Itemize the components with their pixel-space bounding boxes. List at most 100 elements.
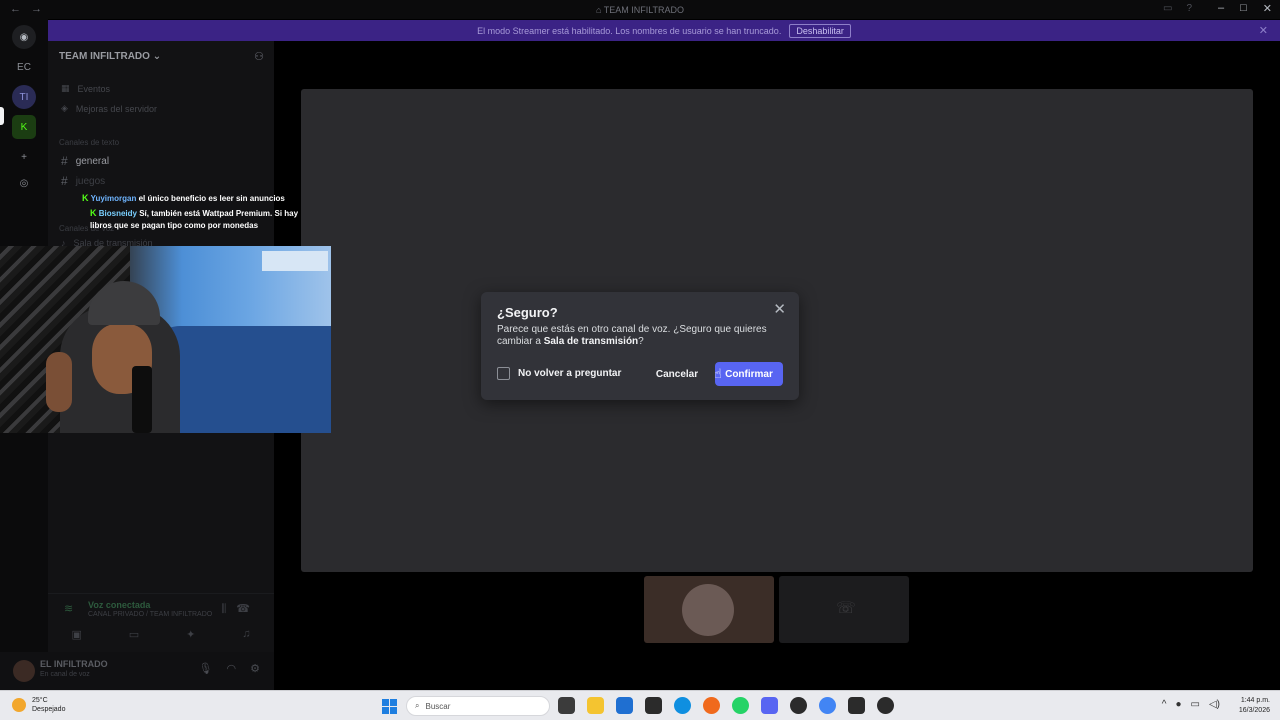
camera-icon[interactable]: ▣ xyxy=(71,628,81,641)
minimize-icon[interactable]: – xyxy=(1218,2,1224,15)
volume-icon[interactable]: ◁) xyxy=(1209,699,1220,710)
sidebar-item-boosts[interactable]: ◈ Mejoras del servidor xyxy=(61,103,157,114)
confirm-switch-voice-dialog: ¿Seguro? ✕ Parece que estás en otro cana… xyxy=(481,292,799,400)
signal-icon: ≋ xyxy=(64,603,74,615)
disable-streamer-button[interactable]: Deshabilitar xyxy=(789,23,851,38)
selected-server-indicator xyxy=(0,107,4,125)
webcam-overlay xyxy=(0,246,331,433)
hash-icon: # xyxy=(61,154,68,168)
voice-actions: ▣ ▭ ✦ ♫ xyxy=(48,628,274,641)
file-explorer-icon[interactable] xyxy=(587,697,604,714)
window-title: ⌂ TEAM INFILTRADO xyxy=(595,5,685,15)
participant-avatar xyxy=(682,584,734,636)
category-text-channels[interactable]: Canales de texto xyxy=(59,138,119,147)
window-controls: – □ ✕ xyxy=(1218,2,1272,15)
dialog-title: ¿Seguro? xyxy=(497,305,558,320)
windows-taskbar: 25°C Despejado ⌕ Buscar ^ ● ▭ ◁) 1:44 p.m… xyxy=(0,690,1280,720)
add-server-icon[interactable]: + xyxy=(12,145,36,169)
discord-home-icon[interactable]: ◉ xyxy=(12,25,36,49)
display-icon[interactable]: ▭ xyxy=(1191,699,1200,710)
channel-general[interactable]: # general xyxy=(61,154,109,168)
checkbox-label: No volver a preguntar xyxy=(518,368,622,379)
chevron-up-icon[interactable]: ^ xyxy=(1162,699,1167,710)
hash-icon: # xyxy=(61,174,68,188)
server-ec[interactable]: EC xyxy=(12,55,36,79)
webcam-microphone xyxy=(132,366,152,433)
moon-weather-icon xyxy=(12,698,26,712)
screen-share-icon[interactable]: ▭ xyxy=(129,628,139,641)
headphones-icon[interactable]: ◠ xyxy=(227,662,237,675)
chat-text: el único beneficio es leer sin anuncios xyxy=(138,194,285,203)
chat-username: Yuyimorgan xyxy=(90,194,137,203)
close-banner-icon[interactable]: ✕ xyxy=(1259,24,1268,37)
search-placeholder: Buscar xyxy=(425,701,451,711)
maximize-icon[interactable]: □ xyxy=(1240,2,1247,15)
close-dialog-icon[interactable]: ✕ xyxy=(773,300,786,318)
invite-people-icon[interactable]: ⚇ xyxy=(254,50,264,63)
webcam-window xyxy=(262,251,328,271)
chat-message: K Biosneidy Sí, también está Wattpad Pre… xyxy=(82,207,306,233)
calendar-icon: ▦ xyxy=(61,83,70,93)
explore-icon[interactable]: ◎ xyxy=(12,171,36,195)
participant-tile-2[interactable]: ☏ xyxy=(779,576,909,643)
system-clock[interactable]: 1:44 p.m. 16/3/2026 xyxy=(1239,696,1270,716)
channel-juegos[interactable]: # juegos xyxy=(61,174,105,188)
temperature: 25°C xyxy=(32,697,48,704)
taskbar-search[interactable]: ⌕ Buscar xyxy=(406,696,550,716)
help-icon[interactable]: ? xyxy=(1186,3,1192,14)
dont-ask-again-checkbox[interactable] xyxy=(497,367,510,380)
kick-badge-icon: K xyxy=(90,207,97,218)
noise-suppression-icon[interactable]: ⫼ xyxy=(221,603,236,615)
webcam-hand xyxy=(46,352,72,412)
edge-icon[interactable] xyxy=(674,697,691,714)
stream-chat-overlay: K Yuyimorgan el único beneficio es leer … xyxy=(82,192,306,234)
clock-date: 16/3/2026 xyxy=(1238,707,1270,714)
media-player-icon[interactable] xyxy=(877,697,894,714)
avatar[interactable] xyxy=(13,660,35,682)
voice-channel-path[interactable]: CANAL PRIVADO / TEAM INFILTRADO xyxy=(88,611,212,618)
cancel-button[interactable]: Cancelar xyxy=(653,362,701,386)
server-kick-icon[interactable]: K xyxy=(12,115,36,139)
start-button-icon[interactable] xyxy=(382,699,397,714)
store-icon[interactable] xyxy=(616,697,633,714)
username: EL INFILTRADO xyxy=(40,659,108,669)
settings-gear-icon[interactable]: ⚙ xyxy=(250,662,260,675)
streamer-mode-banner: El modo Streamer está habilitado. Los no… xyxy=(48,20,1280,41)
user-controls: 🎙︎ ◠ ⚙ xyxy=(199,662,260,675)
pinned-apps xyxy=(558,697,894,714)
phone-icon: ☏ xyxy=(836,600,857,617)
chat-username: Biosneidy xyxy=(98,208,137,218)
weather-widget[interactable]: 25°C Despejado xyxy=(12,696,65,714)
whatsapp-icon[interactable] xyxy=(732,697,749,714)
disconnect-icon[interactable]: ☎ xyxy=(236,603,260,615)
target-channel-name: Sala de transmisión xyxy=(543,336,639,347)
server-name[interactable]: TEAM INFILTRADO ⌄ xyxy=(59,51,161,62)
voice-controls: ⫼☎ xyxy=(221,602,260,616)
close-window-icon[interactable]: ✕ xyxy=(1263,2,1272,15)
participant-tile-1[interactable] xyxy=(644,576,774,643)
search-icon: ⌕ xyxy=(415,701,420,710)
sidebar-item-events[interactable]: ▦ Eventos xyxy=(61,83,110,94)
app-icon[interactable] xyxy=(790,697,807,714)
chrome-icon[interactable] xyxy=(819,697,836,714)
mic-tray-icon[interactable]: ● xyxy=(1175,699,1181,710)
capcut-icon[interactable] xyxy=(645,697,662,714)
capcut-icon-2[interactable] xyxy=(848,697,865,714)
hand-cursor-icon: ☝ xyxy=(714,366,722,381)
voice-status: Voz conectada xyxy=(88,600,151,610)
dont-ask-again-option[interactable]: No volver a preguntar xyxy=(497,367,621,380)
microphone-icon[interactable]: 🎙︎ xyxy=(199,662,213,675)
soundboard-icon[interactable]: ♫ xyxy=(242,628,250,641)
confirm-button[interactable]: Confirmar xyxy=(715,362,783,386)
dialog-body: Parece que estás en otro canal de voz. ¿… xyxy=(497,324,767,347)
inbox-icon[interactable]: ▭ xyxy=(1163,3,1172,14)
voice-connection-panel: ≋ Voz conectada CANAL PRIVADO / TEAM INF… xyxy=(48,593,274,649)
weather-condition: Despejado xyxy=(32,706,66,713)
chat-message: K Yuyimorgan el único beneficio es leer … xyxy=(82,192,306,206)
task-view-icon[interactable] xyxy=(558,697,575,714)
activities-icon[interactable]: ✦ xyxy=(186,628,195,641)
server-ti[interactable]: TI xyxy=(12,85,36,109)
user-panel: EL INFILTRADO En canal de voz 🎙︎ ◠ ⚙ xyxy=(0,652,274,690)
discord-icon[interactable] xyxy=(761,697,778,714)
firefox-icon[interactable] xyxy=(703,697,720,714)
